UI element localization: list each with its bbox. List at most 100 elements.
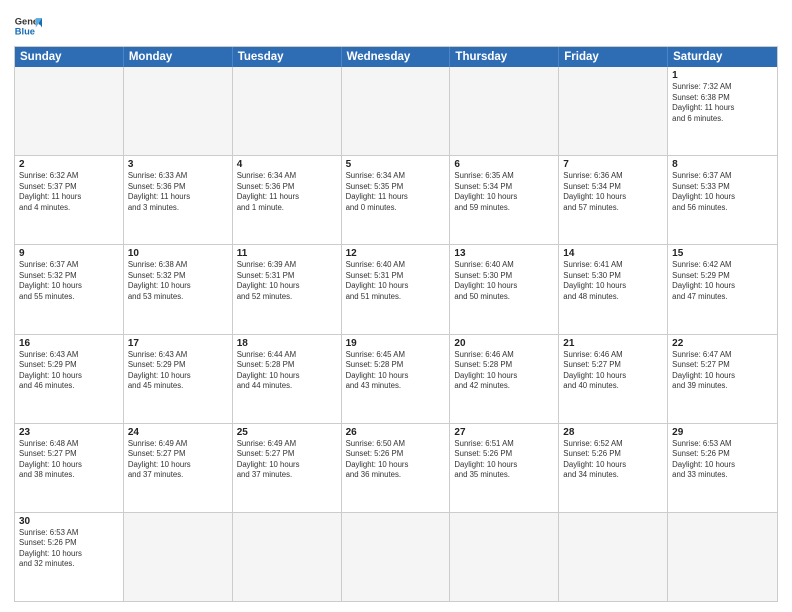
cell-info: Sunrise: 6:43 AM Sunset: 5:29 PM Dayligh… <box>19 350 119 392</box>
calendar-cell: 26Sunrise: 6:50 AM Sunset: 5:26 PM Dayli… <box>342 424 451 512</box>
cell-date: 15 <box>672 248 773 259</box>
cell-date: 13 <box>454 248 554 259</box>
calendar-cell <box>450 67 559 155</box>
calendar: SundayMondayTuesdayWednesdayThursdayFrid… <box>14 46 778 602</box>
calendar-cell: 22Sunrise: 6:47 AM Sunset: 5:27 PM Dayli… <box>668 335 777 423</box>
cell-info: Sunrise: 6:46 AM Sunset: 5:28 PM Dayligh… <box>454 350 554 392</box>
cell-date: 8 <box>672 159 773 170</box>
calendar-cell <box>559 67 668 155</box>
cell-date: 2 <box>19 159 119 170</box>
calendar-cell: 9Sunrise: 6:37 AM Sunset: 5:32 PM Daylig… <box>15 245 124 333</box>
cell-info: Sunrise: 6:42 AM Sunset: 5:29 PM Dayligh… <box>672 260 773 302</box>
cell-info: Sunrise: 6:34 AM Sunset: 5:35 PM Dayligh… <box>346 171 446 213</box>
cell-info: Sunrise: 6:53 AM Sunset: 5:26 PM Dayligh… <box>19 528 119 570</box>
calendar-cell: 11Sunrise: 6:39 AM Sunset: 5:31 PM Dayli… <box>233 245 342 333</box>
calendar-body: 1Sunrise: 7:32 AM Sunset: 6:38 PM Daylig… <box>15 67 777 601</box>
calendar-cell: 17Sunrise: 6:43 AM Sunset: 5:29 PM Dayli… <box>124 335 233 423</box>
cell-date: 28 <box>563 427 663 438</box>
header-day-monday: Monday <box>124 47 233 67</box>
cell-date: 17 <box>128 338 228 349</box>
header: General Blue <box>14 12 778 40</box>
svg-text:Blue: Blue <box>15 27 35 37</box>
cell-date: 9 <box>19 248 119 259</box>
cell-date: 5 <box>346 159 446 170</box>
calendar-header: SundayMondayTuesdayWednesdayThursdayFrid… <box>15 47 777 67</box>
cell-info: Sunrise: 6:37 AM Sunset: 5:32 PM Dayligh… <box>19 260 119 302</box>
calendar-cell: 15Sunrise: 6:42 AM Sunset: 5:29 PM Dayli… <box>668 245 777 333</box>
cell-info: Sunrise: 6:37 AM Sunset: 5:33 PM Dayligh… <box>672 171 773 213</box>
cell-date: 4 <box>237 159 337 170</box>
calendar-row-3: 16Sunrise: 6:43 AM Sunset: 5:29 PM Dayli… <box>15 335 777 424</box>
calendar-cell <box>342 67 451 155</box>
calendar-cell: 10Sunrise: 6:38 AM Sunset: 5:32 PM Dayli… <box>124 245 233 333</box>
calendar-row-2: 9Sunrise: 6:37 AM Sunset: 5:32 PM Daylig… <box>15 245 777 334</box>
calendar-cell <box>15 67 124 155</box>
calendar-cell: 21Sunrise: 6:46 AM Sunset: 5:27 PM Dayli… <box>559 335 668 423</box>
header-day-thursday: Thursday <box>450 47 559 67</box>
calendar-cell: 2Sunrise: 6:32 AM Sunset: 5:37 PM Daylig… <box>15 156 124 244</box>
calendar-cell: 14Sunrise: 6:41 AM Sunset: 5:30 PM Dayli… <box>559 245 668 333</box>
cell-info: Sunrise: 7:32 AM Sunset: 6:38 PM Dayligh… <box>672 82 773 124</box>
calendar-cell: 18Sunrise: 6:44 AM Sunset: 5:28 PM Dayli… <box>233 335 342 423</box>
cell-info: Sunrise: 6:48 AM Sunset: 5:27 PM Dayligh… <box>19 439 119 481</box>
cell-info: Sunrise: 6:52 AM Sunset: 5:26 PM Dayligh… <box>563 439 663 481</box>
calendar-cell: 30Sunrise: 6:53 AM Sunset: 5:26 PM Dayli… <box>15 513 124 601</box>
cell-date: 3 <box>128 159 228 170</box>
cell-info: Sunrise: 6:40 AM Sunset: 5:30 PM Dayligh… <box>454 260 554 302</box>
header-day-tuesday: Tuesday <box>233 47 342 67</box>
cell-info: Sunrise: 6:49 AM Sunset: 5:27 PM Dayligh… <box>128 439 228 481</box>
cell-info: Sunrise: 6:44 AM Sunset: 5:28 PM Dayligh… <box>237 350 337 392</box>
cell-info: Sunrise: 6:33 AM Sunset: 5:36 PM Dayligh… <box>128 171 228 213</box>
cell-date: 6 <box>454 159 554 170</box>
calendar-cell <box>342 513 451 601</box>
calendar-cell: 23Sunrise: 6:48 AM Sunset: 5:27 PM Dayli… <box>15 424 124 512</box>
cell-info: Sunrise: 6:40 AM Sunset: 5:31 PM Dayligh… <box>346 260 446 302</box>
cell-date: 24 <box>128 427 228 438</box>
cell-info: Sunrise: 6:43 AM Sunset: 5:29 PM Dayligh… <box>128 350 228 392</box>
cell-date: 12 <box>346 248 446 259</box>
calendar-cell: 27Sunrise: 6:51 AM Sunset: 5:26 PM Dayli… <box>450 424 559 512</box>
cell-date: 23 <box>19 427 119 438</box>
logo-icon: General Blue <box>14 12 42 40</box>
header-day-saturday: Saturday <box>668 47 777 67</box>
calendar-cell: 7Sunrise: 6:36 AM Sunset: 5:34 PM Daylig… <box>559 156 668 244</box>
calendar-cell <box>450 513 559 601</box>
cell-date: 26 <box>346 427 446 438</box>
calendar-cell <box>124 67 233 155</box>
cell-info: Sunrise: 6:49 AM Sunset: 5:27 PM Dayligh… <box>237 439 337 481</box>
calendar-cell <box>668 513 777 601</box>
cell-date: 11 <box>237 248 337 259</box>
calendar-row-4: 23Sunrise: 6:48 AM Sunset: 5:27 PM Dayli… <box>15 424 777 513</box>
cell-info: Sunrise: 6:34 AM Sunset: 5:36 PM Dayligh… <box>237 171 337 213</box>
calendar-cell: 5Sunrise: 6:34 AM Sunset: 5:35 PM Daylig… <box>342 156 451 244</box>
calendar-row-5: 30Sunrise: 6:53 AM Sunset: 5:26 PM Dayli… <box>15 513 777 601</box>
cell-info: Sunrise: 6:39 AM Sunset: 5:31 PM Dayligh… <box>237 260 337 302</box>
header-day-sunday: Sunday <box>15 47 124 67</box>
calendar-cell: 8Sunrise: 6:37 AM Sunset: 5:33 PM Daylig… <box>668 156 777 244</box>
cell-info: Sunrise: 6:53 AM Sunset: 5:26 PM Dayligh… <box>672 439 773 481</box>
cell-date: 21 <box>563 338 663 349</box>
cell-info: Sunrise: 6:51 AM Sunset: 5:26 PM Dayligh… <box>454 439 554 481</box>
cell-date: 7 <box>563 159 663 170</box>
cell-info: Sunrise: 6:35 AM Sunset: 5:34 PM Dayligh… <box>454 171 554 213</box>
cell-info: Sunrise: 6:38 AM Sunset: 5:32 PM Dayligh… <box>128 260 228 302</box>
cell-info: Sunrise: 6:41 AM Sunset: 5:30 PM Dayligh… <box>563 260 663 302</box>
header-day-friday: Friday <box>559 47 668 67</box>
cell-date: 22 <box>672 338 773 349</box>
calendar-cell: 13Sunrise: 6:40 AM Sunset: 5:30 PM Dayli… <box>450 245 559 333</box>
cell-info: Sunrise: 6:45 AM Sunset: 5:28 PM Dayligh… <box>346 350 446 392</box>
cell-info: Sunrise: 6:36 AM Sunset: 5:34 PM Dayligh… <box>563 171 663 213</box>
calendar-row-1: 2Sunrise: 6:32 AM Sunset: 5:37 PM Daylig… <box>15 156 777 245</box>
header-day-wednesday: Wednesday <box>342 47 451 67</box>
calendar-cell: 28Sunrise: 6:52 AM Sunset: 5:26 PM Dayli… <box>559 424 668 512</box>
calendar-cell <box>233 513 342 601</box>
cell-date: 19 <box>346 338 446 349</box>
calendar-cell: 4Sunrise: 6:34 AM Sunset: 5:36 PM Daylig… <box>233 156 342 244</box>
cell-date: 10 <box>128 248 228 259</box>
cell-date: 1 <box>672 70 773 81</box>
calendar-cell: 1Sunrise: 7:32 AM Sunset: 6:38 PM Daylig… <box>668 67 777 155</box>
page: General Blue SundayMondayTuesdayWednesda… <box>0 0 792 612</box>
calendar-cell: 25Sunrise: 6:49 AM Sunset: 5:27 PM Dayli… <box>233 424 342 512</box>
cell-date: 20 <box>454 338 554 349</box>
cell-date: 27 <box>454 427 554 438</box>
